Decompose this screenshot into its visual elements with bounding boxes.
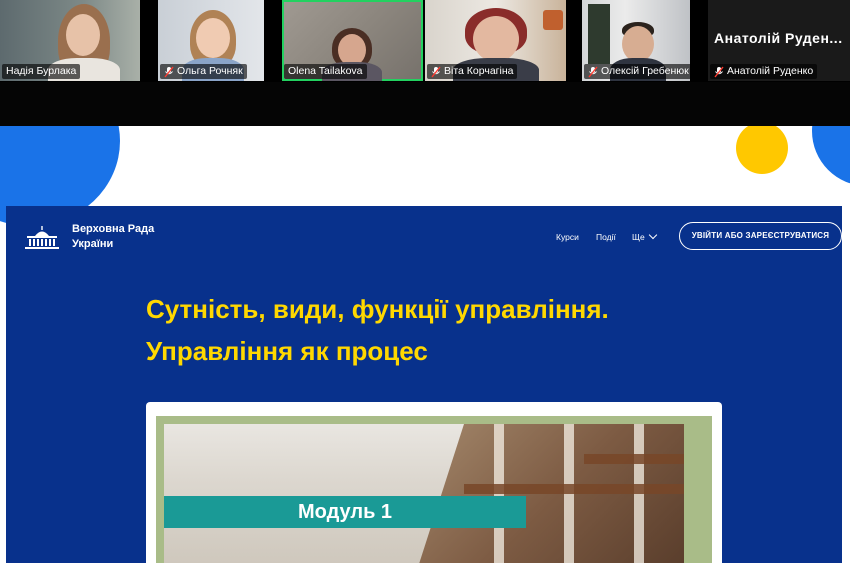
site-logo-text[interactable]: Верховна Рада України bbox=[72, 222, 172, 252]
participant-name-tag: Ольга Рочняк bbox=[160, 64, 247, 79]
mic-muted-icon bbox=[714, 66, 724, 77]
chevron-down-icon bbox=[648, 230, 657, 240]
participant-name-tag: Надія Бурлака bbox=[2, 64, 81, 79]
module-cover-image: Модуль 1 bbox=[164, 424, 684, 563]
participant-name: Анатолій Руденко bbox=[727, 65, 814, 77]
nav-more-label: Ще bbox=[632, 232, 645, 242]
participant-name: Олексій Гребенюк bbox=[601, 65, 689, 77]
participant-name-tag: Olena Tailakova bbox=[284, 64, 367, 79]
participant-tile-no-video[interactable]: Анатолій Руден... Анатолій Руденко bbox=[708, 0, 850, 81]
mic-muted-icon bbox=[588, 66, 598, 77]
site-header: Верховна Рада України Курси Події Ще УВІ… bbox=[6, 206, 842, 268]
participant-name: Olena Tailakova bbox=[288, 65, 363, 77]
course-title-line-1: Сутність, види, функції управління. bbox=[146, 294, 609, 324]
hall-balcony bbox=[464, 484, 684, 494]
participant-name: Надія Бурлака bbox=[6, 65, 77, 77]
nav-link-courses[interactable]: Курси bbox=[556, 232, 579, 242]
mic-muted-icon bbox=[431, 66, 441, 77]
participant-name-tag: Олексій Гребенюк bbox=[584, 64, 690, 79]
module-card[interactable]: Модуль 1 bbox=[146, 402, 722, 563]
login-register-button[interactable]: УВІЙТИ АБО ЗАРЕЄСТРУВАТИСЯ bbox=[679, 222, 842, 250]
participant-name-tag: Віта Корчагіна bbox=[427, 64, 518, 79]
participant-name: Віта Корчагіна bbox=[444, 65, 514, 77]
course-title: Сутність, види, функції управління. Упра… bbox=[146, 288, 746, 372]
nav-link-events[interactable]: Події bbox=[596, 232, 616, 242]
participant-tile[interactable]: Віта Корчагіна bbox=[425, 0, 566, 81]
gallery-separator bbox=[0, 82, 850, 126]
participant-tile-active[interactable]: Olena Tailakova bbox=[282, 0, 423, 81]
mic-muted-icon bbox=[164, 66, 174, 77]
background-object bbox=[543, 10, 563, 30]
decorative-circle bbox=[812, 126, 850, 186]
participant-display-name: Анатолій Руден... bbox=[714, 30, 843, 46]
nav-more-dropdown[interactable]: Ще bbox=[632, 230, 657, 242]
background-object bbox=[588, 4, 610, 64]
course-page: Верховна Рада України Курси Події Ще УВІ… bbox=[6, 206, 842, 563]
module-label: Модуль 1 bbox=[297, 501, 393, 523]
parliament-building-icon[interactable] bbox=[24, 226, 60, 250]
shared-screen: Верховна Рада України Курси Події Ще УВІ… bbox=[0, 126, 850, 563]
decorative-circle bbox=[736, 126, 788, 174]
participant-tile[interactable]: Надія Бурлака bbox=[0, 0, 140, 81]
participant-name-tag: Анатолій Руденко bbox=[710, 64, 818, 79]
participant-name: Ольга Рочняк bbox=[177, 65, 243, 77]
participant-tile[interactable]: Олексій Гребенюк bbox=[582, 0, 690, 81]
course-title-line-2: Управління як процес bbox=[146, 336, 428, 366]
hall-balcony bbox=[584, 454, 684, 464]
participant-tile[interactable]: Ольга Рочняк bbox=[158, 0, 264, 81]
video-gallery: Надія Бурлака Ольга Рочняк Olena Tailako… bbox=[0, 0, 850, 82]
